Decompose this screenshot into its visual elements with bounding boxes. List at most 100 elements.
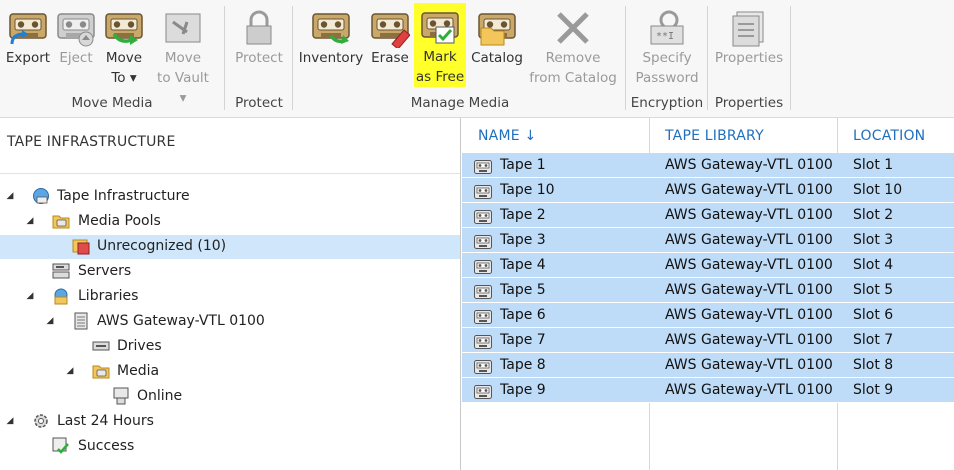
remove-from-catalog-label-line2: from Catalog [529,70,617,86]
cell-location: Slot 6 [853,307,894,323]
export-label: Export [5,50,51,66]
cell-name: Tape 9 [500,382,546,398]
table-row[interactable]: Tape 10 AWS Gateway-VTL 0100 Slot 10 [462,178,954,203]
catalog-label: Catalog [471,50,523,66]
specify-password-button[interactable]: **I Specify Password [632,4,702,90]
table-row[interactable]: Tape 1 AWS Gateway-VTL 0100 Slot 1 [462,153,954,178]
cell-tape-library: AWS Gateway-VTL 0100 [665,232,833,248]
properties-button[interactable]: Properties [714,4,784,90]
media-icon [92,362,110,380]
table-row[interactable]: Tape 7 AWS Gateway-VTL 0100 Slot 7 [462,328,954,353]
expand-arrow-icon[interactable]: ◢ [45,309,55,333]
specify-password-label-line2: Password [635,70,699,86]
cell-name: Tape 8 [500,357,546,373]
pane-title: TAPE INFRASTRUCTURE [7,134,176,150]
cell-name: Tape 3 [500,232,546,248]
eject-label: Eject [59,50,93,66]
cell-tape-library: AWS Gateway-VTL 0100 [665,182,833,198]
table-row[interactable]: Tape 9 AWS Gateway-VTL 0100 Slot 9 [462,378,954,403]
tape-icon [474,333,492,347]
specify-password-label-line1: Specify [642,50,692,66]
success-icon [52,437,70,455]
cell-name: Tape 6 [500,307,546,323]
export-button[interactable]: Export [4,4,52,90]
tree-item-drives[interactable]: Drives [0,334,460,358]
table-row[interactable]: Tape 8 AWS Gateway-VTL 0100 Slot 8 [462,353,954,378]
cell-location: Slot 5 [853,282,894,298]
tape-icon [474,208,492,222]
group-separator [292,6,293,110]
tapes-list-pane: NAME ↓ TAPE LIBRARY LOCATION Tape 1 AWS G… [462,118,954,470]
tape-icon [474,383,492,397]
expand-arrow-icon[interactable]: ◢ [65,359,75,383]
mark-as-free-button[interactable]: Mark as Free [414,3,466,87]
move-to-vault-label-line1: Move [164,50,202,66]
protect-button[interactable]: Protect [232,4,286,90]
table-row[interactable]: Tape 4 AWS Gateway-VTL 0100 Slot 4 [462,253,954,278]
tape-library-icon [72,312,90,330]
tree-item-label: Success [78,438,135,454]
tree-item-servers[interactable]: Servers [0,259,460,283]
column-header-location[interactable]: LOCATION [853,128,925,144]
move-to-button[interactable]: Move To ▾ [100,4,148,90]
tree-item-label: Unrecognized (10) [97,238,227,254]
erase-button[interactable]: Erase [366,4,414,90]
erase-icon [370,8,411,50]
catalog-button[interactable]: Catalog [470,4,524,90]
table-row[interactable]: Tape 2 AWS Gateway-VTL 0100 Slot 2 [462,203,954,228]
cell-tape-library: AWS Gateway-VTL 0100 [665,307,833,323]
mark-as-free-label-line1: Mark [423,49,457,65]
tree-item-media-pools[interactable]: ◢ Media Pools [0,209,460,233]
move-to-label-line1: Move [105,50,143,66]
tree-item-last-24-hours[interactable]: ◢ Last 24 Hours [0,409,460,433]
tree-item-media[interactable]: ◢ Media [0,359,460,383]
inventory-icon [311,8,351,48]
history-gear-icon [32,412,50,430]
expand-arrow-icon[interactable]: ◢ [5,409,15,433]
table-row[interactable]: Tape 3 AWS Gateway-VTL 0100 Slot 3 [462,228,954,253]
tape-icon [474,358,492,372]
remove-icon [553,8,593,48]
tree-item-unrecognized[interactable]: Unrecognized (10) [0,234,460,258]
table-row[interactable]: Tape 5 AWS Gateway-VTL 0100 Slot 5 [462,278,954,303]
cell-name: Tape 5 [500,282,546,298]
erase-label: Erase [371,50,409,66]
expand-arrow-icon[interactable]: ◢ [25,209,35,233]
tape-icon [474,308,492,322]
tree-item-aws-gateway[interactable]: ◢ AWS Gateway-VTL 0100 [0,309,460,333]
tape-icon [474,233,492,247]
expand-arrow-icon[interactable]: ◢ [5,184,15,208]
table-row[interactable]: Tape 6 AWS Gateway-VTL 0100 Slot 6 [462,303,954,328]
cell-tape-library: AWS Gateway-VTL 0100 [665,157,833,173]
cell-name: Tape 7 [500,332,546,348]
drives-icon [92,337,110,355]
move-to-vault-button[interactable]: Move to Vault ▾ [154,4,212,106]
protect-label: Protect [235,50,283,66]
lock-icon [239,8,279,48]
group-label-move-media: Move Media [71,95,153,111]
tree-item-success[interactable]: Success [0,434,460,458]
tree-item-tape-infrastructure[interactable]: ◢ Tape Infrastructure [0,184,460,208]
cell-tape-library: AWS Gateway-VTL 0100 [665,282,833,298]
move-to-label-line2: To ▾ [111,70,137,86]
catalog-icon [477,8,517,48]
eject-button[interactable]: Eject [52,4,100,90]
tape-icon [474,283,492,297]
tape-infrastructure-pane: TAPE INFRASTRUCTURE ◢ Tape Infrastructur… [0,118,461,470]
expand-arrow-icon[interactable]: ◢ [25,284,35,308]
media-pools-icon [52,212,70,230]
remove-from-catalog-button[interactable]: Remove from Catalog [528,4,618,90]
group-separator [625,6,626,110]
tape-infrastructure-icon [32,187,50,205]
tree-item-online[interactable]: Online [0,384,460,408]
inventory-button[interactable]: Inventory [298,4,364,90]
tree-item-libraries[interactable]: ◢ Libraries [0,284,460,308]
cell-location: Slot 2 [853,207,894,223]
tape-icon [474,258,492,272]
cell-name: Tape 1 [500,157,546,173]
inventory-label: Inventory [298,50,364,66]
column-header-tape-library[interactable]: TAPE LIBRARY [665,128,764,144]
column-header-name[interactable]: NAME ↓ [478,128,536,144]
move-to-vault-icon [163,8,203,48]
tree-item-label: Libraries [78,288,139,304]
